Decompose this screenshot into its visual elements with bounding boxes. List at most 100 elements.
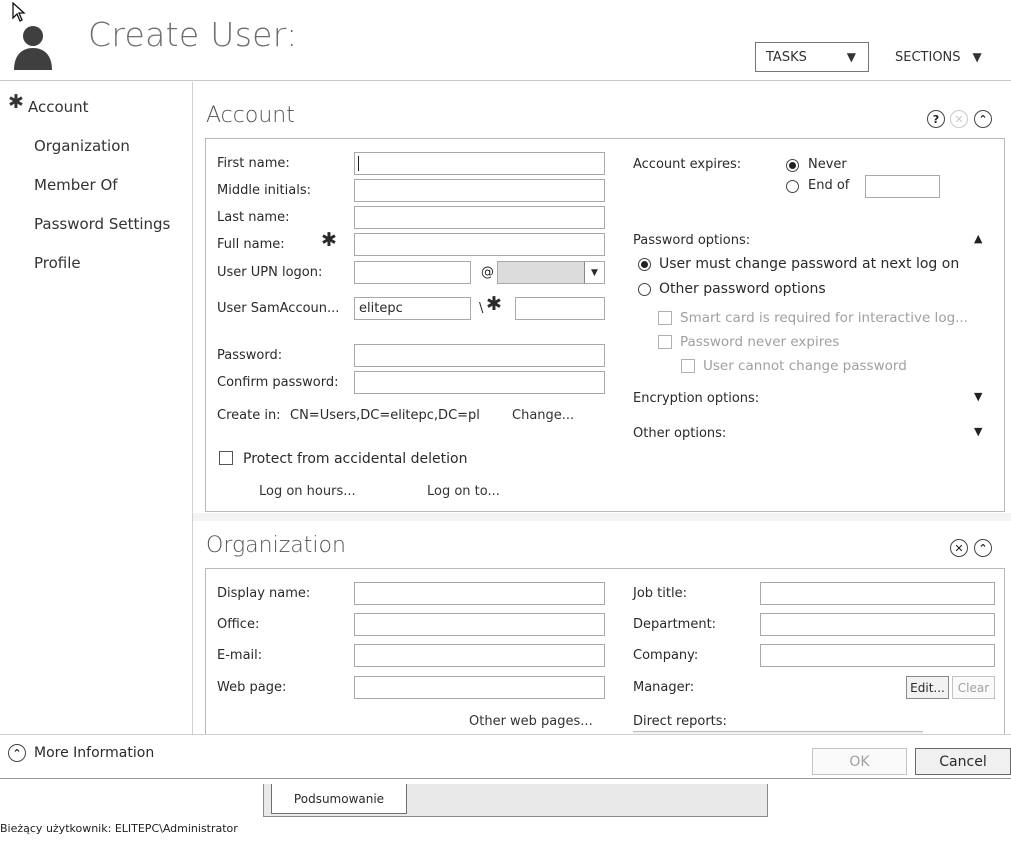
cancel-button[interactable]: Cancel — [915, 748, 1011, 775]
chevron-down-icon: ▼ — [972, 50, 982, 64]
display-name-field[interactable] — [354, 582, 605, 605]
expand-triangle-icon[interactable]: ▼ — [974, 425, 982, 438]
sections-label: SECTIONS — [895, 49, 961, 65]
tab-podsumowanie[interactable]: Podsumowanie — [271, 784, 407, 814]
collapse-section-icon[interactable]: ⌃ — [974, 539, 992, 557]
account-section-title: Account — [206, 103, 295, 128]
office-field[interactable] — [354, 613, 605, 636]
organization-section-title: Organization — [206, 533, 346, 558]
web-page-label: Web page: — [217, 680, 287, 695]
collapse-triangle-icon[interactable]: ▲ — [974, 232, 982, 245]
protect-deletion-label: Protect from accidental deletion — [243, 451, 468, 467]
window-bottom-edge — [0, 778, 1011, 779]
must-change-password-label: User must change password at next log on — [659, 256, 960, 272]
upn-logon-field[interactable] — [354, 261, 471, 284]
create-in-value: CN=Users,DC=elitepc,DC=pl — [290, 408, 480, 423]
account-expires-label: Account expires: — [633, 157, 742, 172]
direct-reports-label: Direct reports: — [633, 714, 727, 729]
other-web-pages-link[interactable]: Other web pages... — [469, 714, 593, 729]
office-label: Office: — [217, 617, 260, 632]
password-field[interactable] — [354, 344, 605, 367]
change-container-link[interactable]: Change... — [512, 408, 574, 423]
company-label: Company: — [633, 648, 699, 663]
create-in-label: Create in: — [217, 408, 281, 423]
email-label: E-mail: — [217, 648, 263, 663]
upn-suffix-select[interactable]: ▼ — [497, 261, 605, 284]
help-icon[interactable]: ? — [927, 110, 945, 128]
web-page-field[interactable] — [354, 676, 605, 699]
last-name-field[interactable] — [354, 206, 605, 229]
required-asterisk-icon: ✱ — [321, 229, 337, 251]
department-field[interactable] — [760, 613, 995, 636]
protect-deletion-checkbox[interactable] — [219, 451, 233, 465]
first-name-field[interactable] — [354, 152, 605, 175]
password-never-expires-label: Password never expires — [680, 334, 840, 350]
last-name-label: Last name: — [217, 210, 290, 225]
full-name-field[interactable] — [354, 233, 605, 256]
backslash-separator: \ — [479, 301, 484, 316]
footer-divider — [0, 734, 1011, 735]
other-options-label: Other options: — [633, 426, 727, 441]
smart-card-checkbox[interactable] — [658, 311, 672, 325]
job-title-field[interactable] — [760, 582, 995, 605]
sam-account-name-field[interactable] — [515, 297, 605, 320]
password-options-label: Password options: — [633, 233, 751, 248]
manager-edit-button[interactable]: Edit... — [906, 676, 949, 699]
status-bar-text: Bieżący użytkownik: ELITEPC\Administrato… — [0, 822, 238, 835]
expiration-date-field[interactable] — [865, 175, 940, 198]
email-field[interactable] — [354, 644, 605, 667]
confirm-password-field[interactable] — [354, 371, 605, 394]
nav-item-organization[interactable]: Organization — [34, 137, 130, 155]
nav-item-member-of[interactable]: Member Of — [34, 176, 118, 194]
middle-initials-field[interactable] — [354, 179, 605, 202]
section-nav: ✱ Account Organization Member Of Passwor… — [0, 82, 192, 730]
collapse-section-icon[interactable]: ⌃ — [974, 110, 992, 128]
middle-initials-label: Middle initials: — [217, 183, 311, 198]
expires-never-radio[interactable] — [786, 159, 799, 172]
ok-button[interactable]: OK — [812, 748, 907, 775]
first-name-label: First name: — [217, 156, 290, 171]
expand-triangle-icon[interactable]: ▼ — [974, 390, 982, 403]
close-section-icon[interactable]: ✕ — [950, 539, 968, 557]
text-caret — [358, 156, 359, 171]
sam-domain-field[interactable]: elitepc — [354, 297, 471, 320]
nav-item-account[interactable]: Account — [28, 98, 89, 116]
tasks-label: TASKS — [766, 49, 807, 65]
other-password-options-radio[interactable] — [638, 283, 651, 296]
display-name-label: Display name: — [217, 586, 311, 601]
expires-end-of-radio[interactable] — [786, 180, 799, 193]
smart-card-label: Smart card is required for interactive l… — [680, 310, 969, 326]
required-asterisk-icon: ✱ — [8, 91, 24, 113]
cursor-icon — [12, 1, 26, 26]
required-asterisk-icon: ✱ — [486, 293, 502, 315]
page-title: Create User: — [88, 15, 298, 54]
manager-clear-button[interactable]: Clear — [952, 676, 995, 699]
organization-panel: Display name: Office: E-mail: Web page: … — [205, 568, 1005, 735]
expand-more-icon[interactable]: ⌃ — [8, 744, 26, 762]
sections-menu-button[interactable]: SECTIONS ▼ — [895, 42, 982, 72]
tasks-menu-button[interactable]: TASKS ▼ — [755, 42, 869, 72]
manager-label: Manager: — [633, 680, 695, 695]
close-section-icon: ✕ — [950, 110, 968, 128]
nav-item-password-settings[interactable]: Password Settings — [34, 215, 170, 233]
sam-account-label: User SamAccoun... — [217, 301, 340, 316]
upn-label: User UPN logon: — [217, 265, 323, 280]
expires-never-label: Never — [808, 157, 847, 172]
nav-item-profile[interactable]: Profile — [34, 254, 81, 272]
more-information-link[interactable]: More Information — [34, 745, 154, 761]
chevron-down-icon: ▼ — [584, 262, 604, 283]
cannot-change-password-checkbox[interactable] — [681, 359, 695, 373]
encryption-options-label: Encryption options: — [633, 391, 760, 406]
must-change-password-radio[interactable] — [638, 258, 651, 271]
header-divider — [0, 80, 1011, 81]
expires-end-of-label: End of — [808, 178, 850, 193]
password-never-expires-checkbox[interactable] — [658, 335, 672, 349]
company-field[interactable] — [760, 644, 995, 667]
full-name-label: Full name: — [217, 237, 285, 252]
log-on-to-link[interactable]: Log on to... — [427, 484, 500, 499]
section-gap — [193, 513, 1011, 521]
nav-divider — [192, 82, 193, 734]
job-title-label: Job title: — [633, 586, 687, 601]
log-on-hours-link[interactable]: Log on hours... — [259, 484, 356, 499]
at-sign: @ — [481, 265, 494, 280]
